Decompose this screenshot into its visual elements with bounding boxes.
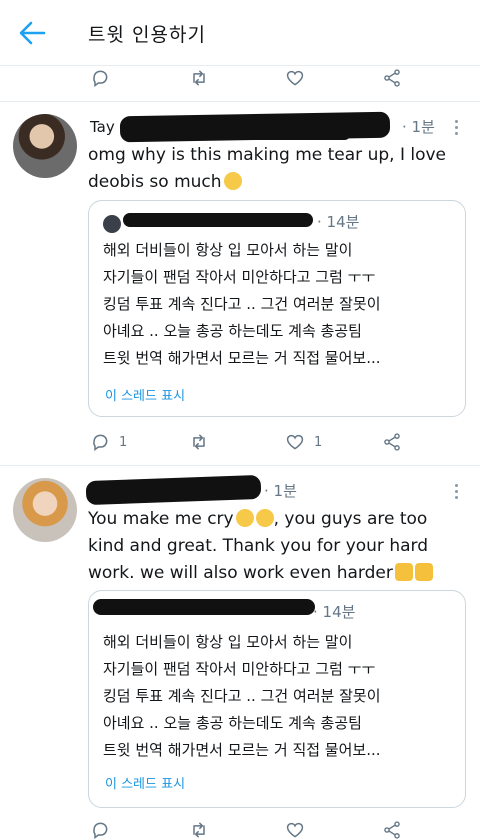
- header-bar: 트윗 인용하기: [0, 0, 480, 66]
- like-button[interactable]: [285, 818, 305, 840]
- reply-button[interactable]: [90, 66, 110, 90]
- show-thread-link[interactable]: 이 스레드 표시: [105, 773, 185, 792]
- share-button[interactable]: [382, 818, 402, 840]
- crying-face-emoji: [255, 509, 274, 527]
- reply-button[interactable]: 1: [90, 430, 127, 454]
- quoted-time: · 14분: [313, 603, 356, 621]
- retweet-button[interactable]: [189, 818, 209, 840]
- redaction-scribble: [85, 474, 262, 506]
- retweet-icon: [193, 434, 205, 450]
- redaction-scribble: [123, 213, 313, 227]
- tweet[interactable]: Tay · 1분 omg why is this making me tear …: [0, 102, 480, 465]
- redaction-scribble: [140, 130, 350, 140]
- back-arrow-icon[interactable]: [18, 20, 46, 46]
- page-title: 트윗 인용하기: [88, 24, 206, 46]
- crying-face-emoji: [235, 509, 254, 527]
- rolling-eyes-emoji: [223, 172, 242, 190]
- like-icon: [286, 822, 304, 838]
- quoted-tweet[interactable]: · 14분 해외 더비들이 항상 입 모아서 하는 말이 자기들이 팬덤 작아서…: [88, 200, 466, 417]
- reply-icon: [93, 822, 108, 839]
- reply-icon: [93, 434, 108, 451]
- like-icon: [286, 70, 304, 86]
- reply-icon: [93, 70, 108, 87]
- retweet-button[interactable]: [189, 430, 209, 454]
- tweet-action-bar: 1 1: [0, 430, 480, 454]
- quoted-time: · 14분: [317, 213, 360, 231]
- share-icon: [384, 69, 400, 87]
- like-button[interactable]: 1: [285, 430, 322, 454]
- tweet-action-bar: [0, 818, 480, 840]
- top-action-bar: [0, 66, 480, 90]
- tweet-text: omg why is this making me tear up, I lov…: [88, 145, 447, 192]
- tweet-text: You make me cry, you guys are too kind a…: [88, 506, 468, 587]
- share-button[interactable]: [382, 430, 402, 454]
- share-button[interactable]: [382, 66, 402, 90]
- reply-count: 1: [119, 434, 128, 450]
- share-icon: [384, 433, 400, 451]
- tweet[interactable]: · 1분 You make me cry, you guys are too k…: [0, 466, 480, 840]
- flexed-biceps-emoji: [414, 563, 433, 581]
- retweet-button[interactable]: [189, 66, 209, 90]
- redaction-scribble: [93, 599, 315, 615]
- more-options-icon[interactable]: [450, 482, 462, 502]
- avatar[interactable]: [13, 478, 77, 542]
- reply-button[interactable]: [90, 818, 110, 840]
- quoted-avatar: [103, 215, 121, 233]
- more-options-icon[interactable]: [450, 118, 462, 138]
- show-thread-link[interactable]: 이 스레드 표시: [105, 385, 185, 404]
- share-icon: [384, 821, 400, 839]
- user-name-visible: Tay: [90, 118, 115, 136]
- tweet-time: · 1분: [402, 118, 435, 136]
- like-button[interactable]: [285, 66, 305, 90]
- flexed-biceps-emoji: [394, 563, 413, 581]
- quoted-text: 해외 더비들이 항상 입 모아서 하는 말이 자기들이 팬덤 작아서 미안하다고…: [103, 241, 381, 367]
- tweet-time: · 1분: [264, 482, 297, 500]
- like-count: 1: [314, 434, 323, 450]
- retweet-icon: [193, 822, 205, 838]
- quoted-text: 해외 더비들이 항상 입 모아서 하는 말이 자기들이 팬덤 작아서 미안하다고…: [103, 633, 381, 759]
- like-icon: [286, 434, 304, 450]
- avatar[interactable]: [13, 114, 77, 178]
- retweet-icon: [193, 70, 205, 86]
- quoted-tweet[interactable]: · 14분 해외 더비들이 항상 입 모아서 하는 말이 자기들이 팬덤 작아서…: [88, 590, 466, 808]
